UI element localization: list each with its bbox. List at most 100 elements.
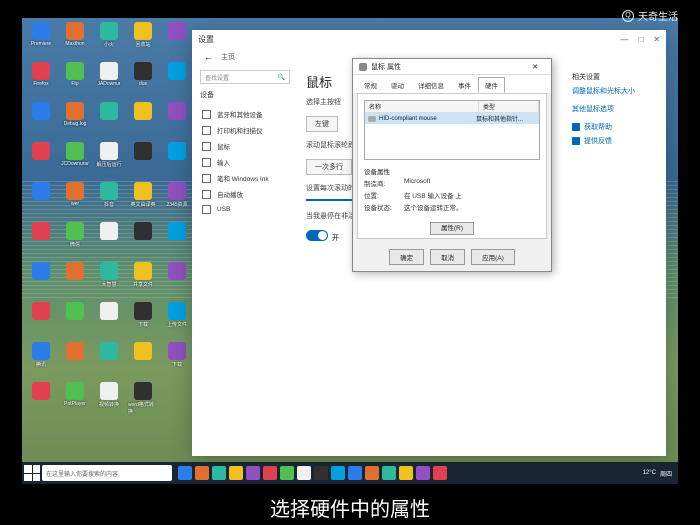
desktop-icon[interactable]: 回收站: [128, 22, 158, 60]
link-other-options[interactable]: 其他鼠标选项: [572, 104, 652, 114]
weather-widget[interactable]: 12°C: [643, 470, 656, 476]
dialog-tab[interactable]: 驱动: [384, 77, 411, 93]
primary-button-select[interactable]: 左键: [306, 116, 338, 132]
desktop-icon[interactable]: wer: [60, 182, 90, 220]
taskbar-app[interactable]: [246, 466, 260, 480]
sidebar-item[interactable]: 蓝牙和其他设备: [200, 106, 284, 122]
desktop-icon[interactable]: [60, 262, 90, 300]
taskbar-app[interactable]: [195, 466, 209, 480]
taskbar-app[interactable]: [348, 466, 362, 480]
taskbar-app[interactable]: [365, 466, 379, 480]
apply-button[interactable]: 应用(A): [471, 249, 515, 265]
desktop-icon[interactable]: Premiere: [26, 22, 56, 60]
taskbar-app[interactable]: [178, 466, 192, 480]
desktop-icon[interactable]: Debug.log: [60, 102, 90, 140]
desktop-icon[interactable]: [94, 302, 124, 340]
dialog-close-button[interactable]: ✕: [525, 63, 545, 71]
desktop-icon[interactable]: [94, 222, 124, 260]
desktop-icon[interactable]: [26, 302, 56, 340]
desktop-icon[interactable]: JCDownurar: [60, 142, 90, 180]
desktop-icon[interactable]: [162, 262, 192, 300]
taskbar-app[interactable]: [297, 466, 311, 480]
dialog-tab[interactable]: 详细信息: [411, 77, 451, 93]
back-icon[interactable]: ←: [204, 52, 213, 62]
desktop-icon[interactable]: [162, 102, 192, 140]
taskbar-app[interactable]: [212, 466, 226, 480]
desktop-icon[interactable]: [128, 342, 158, 380]
settings-search[interactable]: 查找设置 🔍: [200, 70, 290, 84]
start-button[interactable]: [24, 465, 40, 481]
desktop-icon[interactable]: 视频转换: [94, 382, 124, 420]
dialog-tab[interactable]: 硬件: [478, 77, 505, 93]
sidebar-item[interactable]: 自动播放: [200, 186, 284, 202]
system-tray[interactable]: 12°C 周四: [643, 469, 676, 478]
taskbar-app[interactable]: [331, 466, 345, 480]
desktop-icon[interactable]: Ftp: [60, 62, 90, 100]
desktop-icon[interactable]: [94, 342, 124, 380]
maximize-button[interactable]: □: [638, 35, 643, 44]
desktop-icon[interactable]: [128, 142, 158, 180]
desktop-icon[interactable]: dos: [128, 62, 158, 100]
desktop-icon[interactable]: 共享文件: [128, 262, 158, 300]
dialog-tab[interactable]: 常规: [357, 77, 384, 93]
link-help[interactable]: 获取帮助: [572, 122, 652, 132]
taskbar-app[interactable]: [433, 466, 447, 480]
sidebar-item[interactable]: 打印机和扫描仪: [200, 122, 284, 138]
desktop-icon[interactable]: [26, 382, 56, 420]
taskbar-app[interactable]: [229, 466, 243, 480]
desktop-icon[interactable]: 下载: [162, 342, 192, 380]
taskbar-app[interactable]: [314, 466, 328, 480]
ok-button[interactable]: 确定: [389, 249, 424, 265]
desktop-icon[interactable]: Maxthon: [60, 22, 90, 60]
link-feedback[interactable]: 提供反馈: [572, 136, 652, 146]
desktop-icon[interactable]: word格式转换: [128, 382, 158, 420]
properties-button[interactable]: 属性(R): [430, 222, 474, 235]
desktop-icon[interactable]: [26, 222, 56, 260]
desktop-icon[interactable]: [26, 262, 56, 300]
desktop-icon[interactable]: [60, 302, 90, 340]
desktop-icon[interactable]: [162, 22, 192, 60]
desktop-icon[interactable]: [94, 102, 124, 140]
home-link[interactable]: 主页: [221, 52, 235, 62]
device-row[interactable]: HID-compliant mouse 鼠标和其他指针...: [365, 113, 539, 124]
taskbar-app[interactable]: [399, 466, 413, 480]
cancel-button[interactable]: 取消: [430, 249, 465, 265]
desktop-icon[interactable]: 2345资源: [162, 182, 192, 220]
desktop-icon[interactable]: 腾讯: [26, 342, 56, 380]
minimize-button[interactable]: —: [620, 35, 628, 44]
desktop-icon[interactable]: 解压后运行: [94, 142, 124, 180]
sidebar-item[interactable]: 输入: [200, 154, 284, 170]
link-cursor-size[interactable]: 调整鼠标和光标大小: [572, 86, 652, 96]
desktop-icon[interactable]: 大智慧: [94, 262, 124, 300]
desktop-icon[interactable]: [26, 142, 56, 180]
taskbar-app[interactable]: [263, 466, 277, 480]
sidebar-item[interactable]: USB: [200, 202, 284, 217]
taskbar-app[interactable]: [280, 466, 294, 480]
desktop-icon[interactable]: [128, 222, 158, 260]
taskbar-app[interactable]: [382, 466, 396, 480]
desktop-icon[interactable]: [162, 62, 192, 100]
device-list[interactable]: 名称 类型 HID-compliant mouse 鼠标和其他指针...: [364, 100, 540, 160]
desktop-icon[interactable]: PotPlayer: [60, 382, 90, 420]
desktop-icon[interactable]: [26, 182, 56, 220]
desktop-icon[interactable]: 英文由译英: [128, 182, 158, 220]
sidebar-item[interactable]: 笔和 Windows Ink: [200, 170, 284, 186]
desktop-icon[interactable]: 上传文件: [162, 302, 192, 340]
taskbar-app[interactable]: [416, 466, 430, 480]
dialog-tab[interactable]: 事件: [451, 77, 478, 93]
desktop-icon[interactable]: Firefox: [26, 62, 56, 100]
desktop-icon[interactable]: JADownur: [94, 62, 124, 100]
desktop-icon[interactable]: [128, 102, 158, 140]
hover-toggle[interactable]: [306, 230, 328, 241]
taskbar-search[interactable]: 在这里输入你要搜索的内容: [42, 465, 172, 481]
close-button[interactable]: ✕: [653, 35, 660, 44]
desktop-icon[interactable]: [26, 102, 56, 140]
desktop-icon[interactable]: [162, 222, 192, 260]
desktop-icon[interactable]: [162, 142, 192, 180]
desktop-icon[interactable]: 下载: [128, 302, 158, 340]
desktop-icon[interactable]: 微信: [60, 222, 90, 260]
desktop-icon[interactable]: 抖音: [94, 182, 124, 220]
desktop-icon[interactable]: 小火: [94, 22, 124, 60]
desktop-icon[interactable]: [60, 342, 90, 380]
scroll-mode-select[interactable]: 一次多行: [306, 159, 352, 175]
